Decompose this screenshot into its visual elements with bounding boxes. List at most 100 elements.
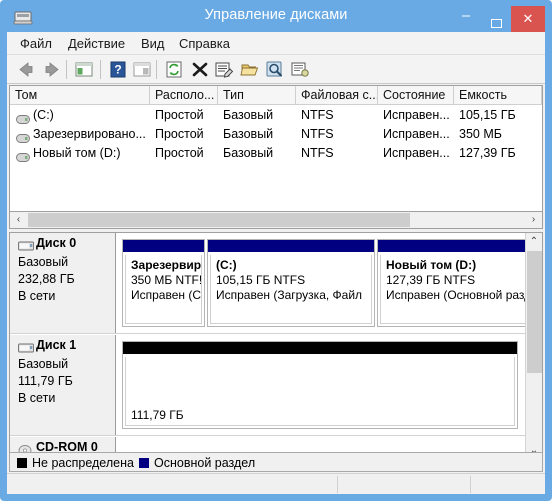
drive-icon <box>16 111 30 124</box>
legend-swatch-0 <box>17 458 27 468</box>
scroll-left-icon[interactable]: ‹ <box>10 212 27 228</box>
disk-info-panel[interactable]: Диск 1 Базовый 111,79 ГБ В сети <box>10 335 116 435</box>
window-client-area: Управление дисками – ✕ Файл Действие Вид Сп… <box>7 6 545 494</box>
cell-type: Базовый <box>223 146 274 160</box>
delete-icon[interactable] <box>189 59 211 80</box>
column-header-1[interactable]: Располо... <box>150 86 218 104</box>
status-divider <box>337 476 338 493</box>
table-row[interactable]: (C:) Простой Базовый NTFS Исправен... 105,15 … <box>10 106 542 125</box>
all-tasks-icon[interactable] <box>289 59 311 80</box>
partition-title: (C:) <box>216 258 237 272</box>
toolbar-separator <box>100 60 101 79</box>
drive-icon <box>16 149 30 162</box>
menu-item-3[interactable]: Справка <box>172 32 237 55</box>
open-folder-icon[interactable] <box>239 59 261 80</box>
column-header-0[interactable]: Том <box>10 86 150 104</box>
refresh-icon[interactable] <box>163 59 185 80</box>
forward-arrow-icon[interactable] <box>41 59 63 80</box>
scroll-right-icon[interactable]: › <box>525 212 542 228</box>
disk-size: 111,79 ГБ <box>18 374 73 388</box>
disk-info-panel[interactable]: Диск 0 Базовый 232,88 ГБ В сети <box>10 233 116 333</box>
close-icon: ✕ <box>522 11 534 26</box>
volume-list: Том Располо... Тип Файловая с... Состояние Ем… <box>9 85 543 212</box>
partition-status: Исправен (Основной разде <box>386 288 526 302</box>
properties-icon[interactable] <box>213 59 235 80</box>
status-divider <box>470 476 471 493</box>
column-header-5[interactable]: Емкость <box>454 86 542 104</box>
menu-item-2[interactable]: Вид <box>134 32 172 55</box>
partition-status: Исправен (Загрузка, Файл <box>216 288 363 302</box>
cell-status: Исправен... <box>383 146 450 160</box>
back-arrow-icon[interactable] <box>15 59 37 80</box>
disk-management-window: Управление дисками – ✕ Файл Действие Вид Сп… <box>0 0 552 501</box>
partition-box[interactable]: (C:) 105,15 ГБ NTFS Исправен (Загрузка, Фа… <box>207 239 375 327</box>
toolbar-separator <box>66 60 67 79</box>
vscrollbar-thumb[interactable] <box>527 251 542 373</box>
partition-spacer <box>131 360 510 408</box>
volume-list-header: Том Располо... Тип Файловая с... Состояние Ем… <box>10 86 542 105</box>
legend-label-1: Основной раздел <box>154 456 256 470</box>
partition-details: Новый том (D:) 127,39 ГБ NTFS Исправен (Ос… <box>380 255 526 324</box>
cell-status: Исправен... <box>383 108 450 122</box>
legend-bar: Не распределена Основной раздел <box>9 452 543 472</box>
cell-type: Базовый <box>223 127 274 141</box>
maximize-button[interactable] <box>481 6 511 32</box>
partition-box[interactable]: 111,79 ГБНе распределена <box>122 341 518 429</box>
cell-capacity: 105,15 ГБ <box>459 108 516 122</box>
cell-capacity: 127,39 ГБ <box>459 146 516 160</box>
hscrollbar-thumb[interactable] <box>28 213 410 227</box>
cell-volume: (C:) <box>33 108 54 122</box>
disk-row-1[interactable]: Диск 1Базовый111,79 ГБВ сети111,79 ГБНе … <box>10 335 525 436</box>
partition-size: 350 МБ NTF! <box>131 273 202 287</box>
partition-color-bar <box>123 240 204 252</box>
scroll-up-icon[interactable]: ⌃ <box>526 233 542 250</box>
title-bar: Управление дисками – ✕ <box>7 6 545 32</box>
partition-title: Новый том (D:) <box>386 258 477 272</box>
menu-item-0[interactable]: Файл <box>13 32 59 55</box>
column-header-4[interactable]: Состояние <box>378 86 454 104</box>
partition-details: Зарезервир 350 МБ NTF! Исправен (С <box>125 255 202 324</box>
show-hide-action-pane-icon[interactable] <box>131 59 153 80</box>
help-icon[interactable]: ? <box>107 59 129 80</box>
disk-icon <box>18 341 34 353</box>
cell-volume: Новый том (D:) <box>33 146 121 160</box>
partition-details: 111,79 ГБНе распределена <box>125 357 515 426</box>
partition-box[interactable]: Зарезервир 350 МБ NTF! Исправен (С <box>122 239 205 327</box>
disk-state: В сети <box>18 289 56 303</box>
close-button[interactable]: ✕ <box>511 6 545 32</box>
partition-size: 127,39 ГБ NTFS <box>386 273 476 287</box>
cell-capacity: 350 МБ <box>459 127 502 141</box>
cell-volume: Зарезервировано... <box>33 127 146 141</box>
disk-type: Базовый <box>18 255 69 269</box>
show-hide-console-tree-icon[interactable] <box>73 59 95 80</box>
partition-box[interactable]: Новый том (D:) 127,39 ГБ NTFS Исправен (Ос… <box>377 239 529 327</box>
rescan-disks-icon[interactable] <box>264 59 286 80</box>
partition-color-bar <box>208 240 374 252</box>
cell-filesystem: NTFS <box>301 108 334 122</box>
minimize-icon: – <box>461 7 471 24</box>
legend-swatch-1 <box>139 458 149 468</box>
disk-type: Базовый <box>18 357 69 371</box>
minimize-button[interactable]: – <box>451 6 481 32</box>
menu-item-1[interactable]: Действие <box>61 32 132 55</box>
partition-color-bar <box>123 342 517 354</box>
menu-bar: Файл Действие Вид Справка <box>7 32 545 55</box>
table-row[interactable]: Новый том (D:) Простой Базовый NTFS Исправен… <box>10 144 542 163</box>
column-header-2[interactable]: Тип <box>218 86 296 104</box>
partition-size: 105,15 ГБ NTFS <box>216 273 306 287</box>
disk-row-0[interactable]: Диск 0 Базовый 232,88 ГБ В сети Зарезервир 35… <box>10 233 529 334</box>
disk-size: 232,88 ГБ <box>18 272 75 286</box>
disk-graphical-view: Диск 0 Базовый 232,88 ГБ В сети Зарезервир 35… <box>9 232 543 460</box>
disk-name: Диск 1 <box>36 338 77 352</box>
status-bar <box>7 473 545 494</box>
cell-filesystem: NTFS <box>301 127 334 141</box>
toolbar: ? <box>7 55 545 84</box>
partition-status: Исправен (С <box>131 288 202 302</box>
volume-list-hscrollbar[interactable]: ‹ › <box>9 212 543 229</box>
column-header-3[interactable]: Файловая с... <box>296 86 378 104</box>
table-row[interactable]: Зарезервировано... Простой Базовый NTFS Испр… <box>10 125 542 144</box>
disk-view-vscrollbar[interactable]: ⌃ ⌄ <box>525 233 542 459</box>
cell-type: Базовый <box>223 108 274 122</box>
drive-icon <box>16 130 30 143</box>
partition-details: (C:) 105,15 ГБ NTFS Исправен (Загрузка, Фа… <box>210 255 372 324</box>
